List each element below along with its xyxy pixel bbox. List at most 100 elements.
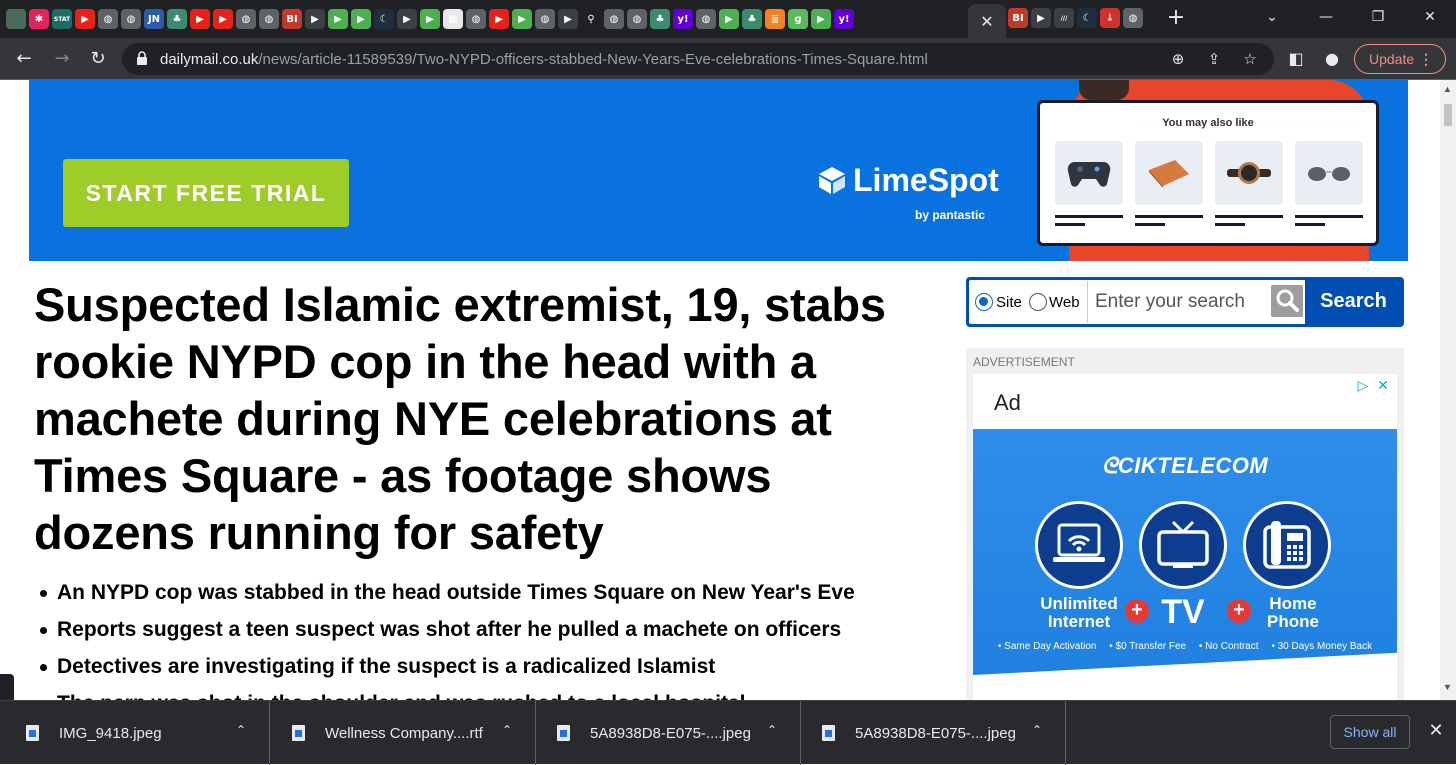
- close-window-button[interactable]: ✕: [1410, 4, 1450, 30]
- side-panel-icon[interactable]: ◧: [1284, 47, 1308, 71]
- globe-icon[interactable]: ◍: [259, 9, 279, 29]
- forward-arrow-icon[interactable]: →: [50, 47, 74, 71]
- g-icon[interactable]: g: [788, 9, 808, 29]
- globe-icon[interactable]: ◍: [535, 9, 555, 29]
- grid-icon[interactable]: ▦: [443, 9, 463, 29]
- phone-icon: [1243, 501, 1331, 589]
- globe-icon[interactable]: ◍: [1123, 8, 1143, 28]
- update-button[interactable]: Update ⋮: [1354, 44, 1446, 74]
- web-radio-label: Web: [1049, 294, 1080, 311]
- moon-icon[interactable]: ☾: [374, 9, 394, 29]
- tree-icon[interactable]: ♣: [742, 9, 762, 29]
- adchoices[interactable]: ▷ ✕: [1353, 376, 1393, 396]
- telecom-ad-creative[interactable]: ᘓCIKTELECOM Unlimited Internet + TV + Ho…: [973, 429, 1397, 700]
- scroll-thumb[interactable]: [1444, 104, 1452, 126]
- maximize-button[interactable]: ❐: [1358, 4, 1398, 30]
- arrow-down-icon[interactable]: ↓: [1100, 8, 1120, 28]
- yahoo-icon[interactable]: y!: [673, 9, 693, 29]
- bookmark-star-icon[interactable]: ☆: [1240, 49, 1260, 69]
- article-bullet: Reports suggest a teen suspect was shot …: [34, 611, 934, 648]
- rumble-icon[interactable]: ▶: [351, 9, 371, 29]
- rumble-icon[interactable]: ▶: [811, 9, 831, 29]
- tab-list-right: BI ▶///☾ ↓ ◍: [1008, 8, 1146, 28]
- jn-icon[interactable]: JN: [144, 9, 164, 29]
- minimize-button[interactable]: —: [1306, 4, 1346, 30]
- download-item[interactable]: Wellness Company....rtf ⌃: [270, 701, 536, 765]
- ciktelecom-swirl-icon: ᘓ: [1101, 453, 1118, 478]
- share-icon[interactable]: ⇪: [1204, 49, 1224, 69]
- download-item[interactable]: 5A8938D8-E075-....jpeg ⌃: [535, 701, 801, 765]
- search-button[interactable]: Search: [1306, 280, 1401, 324]
- chevron-up-icon[interactable]: ⌃: [1032, 723, 1048, 737]
- download-item[interactable]: IMG_9418.jpeg ⌃: [4, 701, 270, 765]
- globe-icon[interactable]: ◍: [121, 9, 141, 29]
- page-scrollbar[interactable]: ▲ ▼: [1440, 80, 1456, 700]
- youtube-icon[interactable]: ▶: [190, 9, 210, 29]
- bookmark-icon[interactable]: ≣: [765, 9, 785, 29]
- slash-icon[interactable]: ///: [1054, 8, 1074, 28]
- moon-icon[interactable]: ☾: [1077, 8, 1097, 28]
- address-bar[interactable]: dailymail.co.uk/news/article-11589539/Tw…: [122, 43, 1274, 75]
- tab-search-button[interactable]: ⌄: [1252, 4, 1292, 30]
- flag-icon[interactable]: ▶: [1031, 8, 1051, 28]
- rumble-icon[interactable]: ▶: [420, 9, 440, 29]
- yahoo-icon[interactable]: y!: [834, 9, 854, 29]
- scroll-up-icon[interactable]: ▲: [1443, 84, 1452, 94]
- bi-icon[interactable]: BI: [1008, 8, 1028, 28]
- pinwheel-icon[interactable]: ✱: [29, 9, 49, 29]
- search-input[interactable]: [1087, 281, 1267, 323]
- stat-icon[interactable]: STAT: [52, 9, 72, 29]
- ad-frame[interactable]: Ad ▷ ✕ ᘓCIKTELECOM Unlimited Internet + …: [973, 374, 1397, 700]
- show-all-button[interactable]: Show all: [1330, 715, 1410, 749]
- url-text[interactable]: dailymail.co.uk/news/article-11589539/Tw…: [160, 51, 928, 68]
- close-shelf-icon[interactable]: ✕: [1424, 719, 1448, 743]
- site-globe-icon[interactable]: [6, 9, 26, 29]
- youtube-icon[interactable]: ▶: [489, 9, 509, 29]
- start-free-trial-button[interactable]: START FREE TRIAL: [63, 159, 349, 227]
- search-icon[interactable]: ⚲: [581, 9, 601, 29]
- site-radio[interactable]: [975, 293, 993, 311]
- magnifier-button[interactable]: [1271, 285, 1303, 317]
- rumble-icon[interactable]: ▶: [719, 9, 739, 29]
- flag-icon[interactable]: ▶: [305, 9, 325, 29]
- globe-icon[interactable]: ◍: [696, 9, 716, 29]
- rumble-icon[interactable]: ▶: [328, 9, 348, 29]
- product-price-line: [1135, 223, 1165, 226]
- tree-icon[interactable]: ♣: [650, 9, 670, 29]
- profile-icon[interactable]: ●: [1320, 47, 1344, 71]
- globe-icon[interactable]: ◍: [604, 9, 624, 29]
- product-watch: [1215, 141, 1283, 205]
- youtube-icon[interactable]: ▶: [213, 9, 233, 29]
- ad-close-icon[interactable]: ✕: [1373, 376, 1393, 396]
- chevron-up-icon[interactable]: ⌃: [236, 723, 252, 737]
- globe-icon[interactable]: ◍: [236, 9, 256, 29]
- back-arrow-icon[interactable]: ←: [12, 47, 36, 71]
- globe-icon[interactable]: ◍: [466, 9, 486, 29]
- product-wallet: [1135, 141, 1203, 205]
- bi-icon[interactable]: BI: [282, 9, 302, 29]
- scroll-down-icon[interactable]: ▼: [1443, 682, 1452, 692]
- floating-side-tab[interactable]: [0, 674, 14, 700]
- tv-icon: [1139, 501, 1227, 589]
- rumble-icon[interactable]: ▶: [512, 9, 532, 29]
- new-tab-button[interactable]: +: [1164, 5, 1188, 31]
- active-tab[interactable]: ✕: [968, 4, 1006, 38]
- banner-ad[interactable]: START FREE TRIAL LimeSpot by pantastic Y…: [29, 80, 1408, 261]
- flag-icon[interactable]: ▶: [558, 9, 578, 29]
- download-item[interactable]: 5A8938D8-E075-....jpeg ⌃: [800, 701, 1066, 765]
- globe-icon[interactable]: ◍: [627, 9, 647, 29]
- tree-icon[interactable]: ♣: [167, 9, 187, 29]
- chevron-up-icon[interactable]: ⌃: [502, 723, 518, 737]
- reload-icon[interactable]: ↻: [86, 47, 110, 71]
- close-tab-icon[interactable]: ✕: [980, 12, 993, 31]
- globe-icon[interactable]: ◍: [98, 9, 118, 29]
- chevron-up-icon[interactable]: ⌃: [767, 723, 783, 737]
- adchoices-icon[interactable]: ▷: [1353, 376, 1373, 396]
- web-radio[interactable]: [1029, 293, 1047, 311]
- youtube-icon[interactable]: ▶: [75, 9, 95, 29]
- flag-icon[interactable]: ▶: [397, 9, 417, 29]
- article-bullets: An NYPD cop was stabbed in the head outs…: [34, 574, 934, 700]
- ad-features: • Same Day Activation • $0 Transfer Fee …: [973, 641, 1397, 652]
- zoom-icon[interactable]: ⊕: [1168, 49, 1188, 69]
- product-price-line: [1295, 223, 1325, 226]
